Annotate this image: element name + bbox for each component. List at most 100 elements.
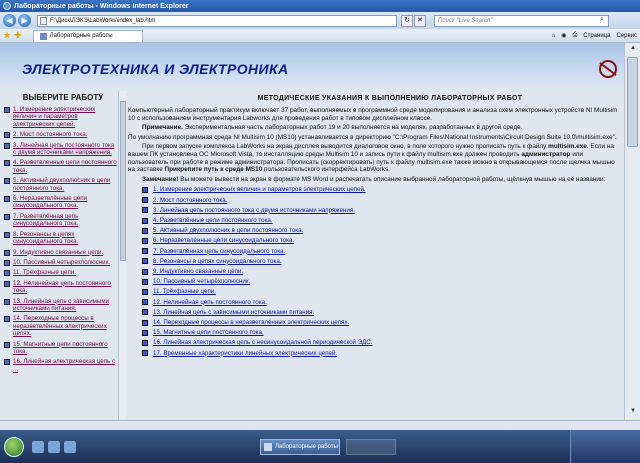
sidebar-item-label[interactable]: 1. Измерение электрических величин и пар… — [13, 106, 118, 128]
page-scroll-thumb[interactable] — [627, 57, 638, 147]
sidebar-item-label[interactable]: 15. Магнитные цепи постоянного тока. — [13, 341, 118, 356]
start-button[interactable] — [4, 436, 24, 457]
sidebar-item[interactable]: 8. Резонансы в цепях синусоидального ток… — [4, 231, 118, 246]
sidebar-item[interactable]: 2. Мост постоянного тока. — [4, 131, 118, 139]
sidebar-item-label[interactable]: 16. Линейная электрическая цепь с ... — [13, 358, 118, 373]
lab-list-item[interactable]: 15. Магнитные цепи постоянного тока. — [142, 329, 622, 336]
lab-link[interactable]: 13. Линейная цепь с зависимыми источника… — [153, 309, 314, 316]
quicklaunch-desktop-icon[interactable] — [64, 440, 76, 453]
refresh-icon[interactable]: ↻ — [401, 14, 413, 27]
lab-list-item[interactable]: 7. Разветвлённая цепь синусоидального то… — [142, 248, 622, 255]
sidebar-item[interactable]: 14. Переходные процессы в неразветвлённы… — [4, 315, 118, 337]
lab-link[interactable]: 6. Неразветвлённые цепи синусоидального … — [153, 237, 294, 244]
logo-icon — [599, 60, 617, 78]
sidebar-item[interactable]: 1. Измерение электрических величин и пар… — [4, 106, 118, 128]
sidebar-item-label[interactable]: 2. Мост постоянного тока. — [13, 131, 87, 138]
sidebar-item[interactable]: 6. Неразветвлённые цепи синусоидального … — [4, 195, 118, 210]
lab-list-item[interactable]: 4. Разветвлённые цепи постоянного тока. — [142, 217, 622, 224]
sidebar-title: ВЫБЕРИТЕ РАБОТУ — [22, 93, 104, 102]
lab-list-item[interactable]: 10. Пассивный четырёхполюсник. — [142, 278, 622, 285]
sidebar-item[interactable]: 7. Разветвлённая цепь синусоидального то… — [4, 213, 118, 228]
launch-text-b: multisim.exe — [548, 143, 587, 151]
lab-list-item[interactable]: 9. Индуктивно связанные цепи. — [142, 268, 622, 275]
address-bar[interactable]: F:\Диск\ЛЭКЭ\LabWorks\index_lab.htm — [37, 14, 397, 27]
lab-link[interactable]: 5. Активный двухполюсник в цепи постоянн… — [153, 227, 303, 234]
lab-list-item[interactable]: 3. Линейная цепь постоянного тока с двум… — [142, 207, 622, 214]
lab-list-item[interactable]: 8. Резонансы в цепях синусоидального ток… — [142, 258, 622, 265]
sidebar-scrollbar[interactable] — [118, 91, 126, 420]
lab-list-item[interactable]: 6. Неразветвлённые цепи синусоидального … — [142, 237, 622, 244]
sidebar-item[interactable]: 13. Линейная цепь с зависимыми источника… — [4, 298, 118, 313]
lab-link[interactable]: 16. Линейная электрическая цепь с несину… — [153, 339, 372, 346]
sidebar-item-label[interactable]: 4. Разветвленные цепи постоянного тока. — [13, 159, 118, 174]
lab-link[interactable]: 14. Переходные процессы в неразветвлённы… — [153, 319, 349, 326]
sidebar-item[interactable]: 3. Линейная цепь постоянного тока с двум… — [4, 142, 118, 157]
sidebar-item-label[interactable]: 9. Индуктивно связанные цепи. — [13, 249, 103, 256]
sidebar-item-label[interactable]: 3. Линейная цепь постоянного тока с двум… — [13, 142, 118, 157]
lab-list-item[interactable]: 13. Линейная цепь с зависимыми источника… — [142, 309, 622, 316]
stop-icon[interactable]: ✕ — [414, 14, 426, 27]
taskbar-item-other[interactable] — [346, 438, 396, 455]
back-button[interactable]: ◀ — [3, 14, 16, 27]
sidebar-item[interactable]: 11. Трёхфазные цепи. — [4, 269, 118, 277]
lab-link[interactable]: 10. Пассивный четырёхполюсник. — [153, 278, 250, 285]
quicklaunch-ie-icon[interactable] — [32, 440, 44, 453]
tab-lab-works[interactable]: Лабораторные работы — [32, 29, 143, 42]
lab-link[interactable]: 2. Мост постоянного тока. — [153, 197, 227, 204]
search-input[interactable]: Поиск "Live Search" ⌕ — [434, 14, 609, 27]
lab-list-item[interactable]: 17. Временные характеристики линейных эл… — [142, 350, 622, 357]
sidebar-item[interactable]: 15. Магнитные цепи постоянного тока. — [4, 341, 118, 356]
lab-link[interactable]: 11. Трёхфазные цепи. — [153, 288, 216, 295]
lab-link[interactable]: 15. Магнитные цепи постоянного тока. — [153, 329, 264, 336]
favorites-star-icon[interactable]: ★ — [3, 30, 11, 41]
lab-link[interactable]: 9. Индуктивно связанные цепи. — [153, 268, 243, 275]
lab-list-item[interactable]: 2. Мост постоянного тока. — [142, 197, 622, 204]
sidebar-item-label[interactable]: 6. Неразветвлённые цепи синусоидального … — [13, 195, 118, 210]
lab-link[interactable]: 3. Линейная цепь постоянного тока с двум… — [153, 207, 355, 214]
lab-list-item[interactable]: 5. Активный двухполюсник в цепи постоянн… — [142, 227, 622, 234]
sidebar-item-label[interactable]: 11. Трёхфазные цепи. — [13, 269, 76, 276]
lab-list-item[interactable]: 12. Нелинейная цепь постоянного тока. — [142, 299, 622, 306]
home-icon[interactable]: ⌂ — [552, 33, 556, 39]
lab-link[interactable]: 7. Разветвлённая цепь синусоидального то… — [153, 248, 285, 255]
lab-link[interactable]: 4. Разветвлённые цепи постоянного тока. — [153, 217, 273, 224]
sidebar-item-label[interactable]: 5. Активный двухполюсник в цепи постоянн… — [13, 177, 118, 192]
sidebar-item[interactable]: 4. Разветвленные цепи постоянного тока. — [4, 159, 118, 174]
sidebar-item-label[interactable]: 14. Переходные процессы в неразветвлённы… — [13, 315, 118, 337]
lab-link[interactable]: 12. Нелинейная цепь постоянного тока. — [153, 299, 267, 306]
lab-link[interactable]: 1. Измерение электрических величин и пар… — [153, 186, 366, 193]
scroll-up-icon[interactable]: ▲ — [628, 45, 638, 55]
lab-list-item[interactable]: 1. Измерение электрических величин и пар… — [142, 186, 622, 193]
sidebar-item-label[interactable]: 8. Резонансы в цепях синусоидального ток… — [13, 231, 118, 246]
lab-list-item[interactable]: 14. Переходные процессы в неразветвлённы… — [142, 319, 622, 326]
lab-list-item[interactable]: 16. Линейная электрическая цепь с несину… — [142, 339, 622, 346]
sidebar-item-label[interactable]: 13. Линейная цепь с зависимыми источника… — [13, 298, 118, 313]
rss-icon[interactable]: ◉ — [561, 32, 566, 39]
scroll-down-icon[interactable]: ▼ — [628, 408, 638, 418]
site-banner: ЭЛЕКТРОТЕХНИКА И ЭЛЕКТРОНИКА — [0, 43, 632, 88]
sidebar-item[interactable]: 16. Линейная электрическая цепь с ... — [4, 358, 118, 373]
add-favorites-icon[interactable]: ✚ — [14, 30, 22, 41]
sidebar-item[interactable]: 10. Пассивный четырехполюсник. — [4, 259, 118, 266]
bullet-icon — [142, 329, 148, 336]
service-menu[interactable]: Сервис — [616, 33, 637, 39]
taskbar-item-ie[interactable]: Лабораторные работы — [260, 438, 340, 455]
bullet-icon — [4, 316, 10, 323]
sidebar-item[interactable]: 5. Активный двухполюсник в цепи постоянн… — [4, 177, 118, 192]
window-titlebar: Лабораторные работы - Windows Internet E… — [0, 0, 640, 12]
print-icon[interactable]: ⎙ — [572, 32, 577, 39]
sidebar-item-label[interactable]: 7. Разветвлённая цепь синусоидального то… — [13, 213, 118, 228]
forward-button[interactable]: ▶ — [18, 14, 31, 27]
sidebar-scroll-thumb[interactable] — [120, 101, 126, 261]
quicklaunch-folder-icon[interactable] — [48, 440, 60, 453]
lab-link[interactable]: 17. Временные характеристики линейных эл… — [153, 350, 337, 357]
page-scrollbar[interactable]: ▲ ▼ — [624, 43, 640, 420]
lab-list-item[interactable]: 11. Трёхфазные цепи. — [142, 288, 622, 295]
lab-link[interactable]: 8. Резонансы в цепях синусоидального ток… — [153, 258, 282, 265]
page-menu[interactable]: Страница — [583, 33, 610, 39]
search-icon[interactable]: ⌕ — [596, 16, 608, 26]
sidebar-item-label[interactable]: 10. Пассивный четырехполюсник. — [13, 259, 110, 266]
sidebar-item-label[interactable]: 12. Нелинейная цепь постоянного тока. — [13, 280, 118, 295]
sidebar-item[interactable]: 12. Нелинейная цепь постоянного тока. — [4, 280, 118, 295]
sidebar-item[interactable]: 9. Индуктивно связанные цепи. — [4, 249, 118, 256]
